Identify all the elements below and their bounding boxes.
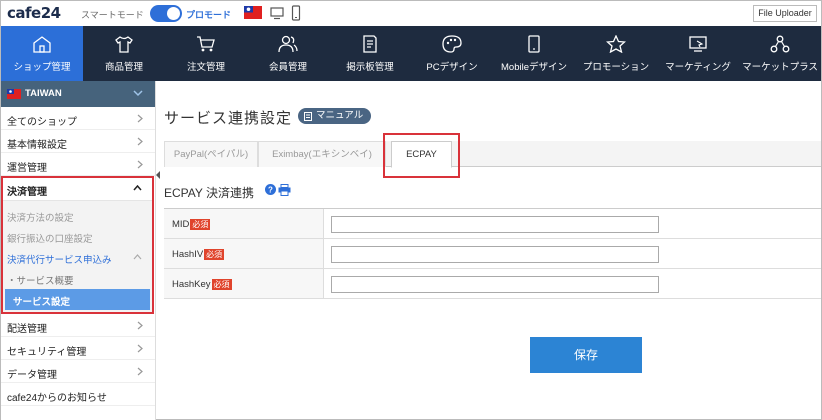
users-icon xyxy=(278,35,298,53)
form-row-hashiv: HashIV 必須 xyxy=(164,239,821,269)
page-title: サービス連携設定 xyxy=(164,110,293,127)
pro-mode-label[interactable]: プロモード xyxy=(186,8,231,21)
nav-promotion[interactable]: プロモーション xyxy=(575,26,657,81)
tab-eximbay[interactable]: Eximbay(エキシンベイ) xyxy=(258,141,386,167)
region-selector[interactable]: TAIWAN xyxy=(1,81,155,107)
chevron-down-icon xyxy=(133,90,143,97)
nav-marketing[interactable]: マーケティング xyxy=(657,26,739,81)
main-nav: ショップ管理 商品管理 注文管理 会員管理 掲示板管理 PCデザイン Mobil… xyxy=(1,26,821,81)
sidebar-item-shipping[interactable]: 配送管理 xyxy=(1,314,155,337)
hashkey-input[interactable] xyxy=(331,276,659,293)
nav-market-plus[interactable]: マーケットプラス xyxy=(739,26,821,81)
sidebar-item-payment-management[interactable]: 決済管理 xyxy=(3,178,152,201)
taiwan-flag-icon[interactable] xyxy=(244,6,262,19)
chevron-right-icon xyxy=(137,114,143,123)
chevron-right-icon xyxy=(137,160,143,169)
sidebar-item-basic-settings[interactable]: 基本情報設定 xyxy=(1,130,155,153)
palette-icon xyxy=(442,35,462,53)
mobile-icon xyxy=(524,35,544,53)
payment-submenu: 決済方法の設定 銀行振込の口座設定 決済代行サービス申込み ・サービス概要 サー… xyxy=(3,201,152,312)
sidebar-item-all-shops[interactable]: 全てのショップ xyxy=(1,107,155,130)
required-badge: 必須 xyxy=(204,249,225,260)
hashiv-input[interactable] xyxy=(331,246,659,263)
sidebar-collapse-handle[interactable] xyxy=(155,169,161,181)
submenu-bank-account-settings[interactable]: 銀行振込の口座設定 xyxy=(3,226,152,247)
submenu-service-overview[interactable]: ・サービス概要 xyxy=(3,268,152,289)
chevron-right-icon xyxy=(137,344,143,353)
mid-input[interactable] xyxy=(331,216,659,233)
nav-mobile-design[interactable]: Mobileデザイン xyxy=(493,26,575,81)
nav-product-management[interactable]: 商品管理 xyxy=(83,26,165,81)
star-icon xyxy=(606,35,626,53)
sidebar-item-data[interactable]: データ管理 xyxy=(1,360,155,383)
nav-order-management[interactable]: 注文管理 xyxy=(165,26,247,81)
form-row-hashkey: HashKey 必須 xyxy=(164,269,821,299)
ecpay-form: MID 必須 HashIV 必須 HashKey 必須 xyxy=(164,208,821,299)
smart-mode-label[interactable]: スマートモード xyxy=(81,8,144,21)
mobile-view-icon[interactable] xyxy=(291,5,301,21)
required-badge: 必須 xyxy=(211,279,232,290)
mode-toggle[interactable] xyxy=(150,5,182,22)
submenu-payment-service-application[interactable]: 決済代行サービス申込み xyxy=(3,247,152,268)
manual-button[interactable]: マニュアル xyxy=(298,108,372,124)
toggle-knob xyxy=(167,7,180,20)
cart-icon xyxy=(196,35,216,53)
top-bar: cafe24 スマートモード プロモード File Uploader xyxy=(1,1,821,26)
nav-pc-design[interactable]: PCデザイン xyxy=(411,26,493,81)
chevron-right-icon xyxy=(137,367,143,376)
chevron-right-icon xyxy=(137,137,143,146)
home-icon xyxy=(32,35,52,53)
nav-shop-management[interactable]: ショップ管理 xyxy=(1,26,83,81)
sidebar-item-operations[interactable]: 運営管理 xyxy=(1,153,155,176)
chevron-right-icon xyxy=(137,321,143,330)
region-name: TAIWAN xyxy=(25,88,62,99)
nav-member-management[interactable]: 会員管理 xyxy=(247,26,329,81)
section-title: ECPAY 決済連携 xyxy=(164,186,255,200)
sidebar: TAIWAN 全てのショップ 基本情報設定 運営管理 決済管理 決済方法の設定 … xyxy=(1,81,156,420)
form-row-mid: MID 必須 xyxy=(164,209,821,239)
file-uploader-button[interactable]: File Uploader xyxy=(753,5,817,22)
document-icon xyxy=(304,112,312,121)
submenu-service-settings[interactable]: サービス設定 xyxy=(5,289,150,310)
marketing-icon xyxy=(688,35,708,53)
tab-paypal[interactable]: PayPal(ペイパル) xyxy=(164,141,258,167)
mid-label: MID 必須 xyxy=(172,219,211,230)
sidebar-item-notices[interactable]: cafe24からのお知らせ xyxy=(1,383,155,406)
help-icon[interactable]: ? xyxy=(265,184,276,195)
svg-text:?: ? xyxy=(268,186,273,195)
service-tabs: PayPal(ペイパル) Eximbay(エキシンベイ) ECPAY xyxy=(164,141,821,168)
taiwan-flag-icon xyxy=(7,89,21,99)
sidebar-item-security[interactable]: セキュリティ管理 xyxy=(1,337,155,360)
submenu-payment-method-settings[interactable]: 決済方法の設定 xyxy=(3,205,152,226)
sidebar-group-payment-highlighted: 決済管理 決済方法の設定 銀行振込の口座設定 決済代行サービス申込み ・サービス… xyxy=(1,176,154,314)
nav-board-management[interactable]: 掲示板管理 xyxy=(329,26,411,81)
ecpay-tab-highlight xyxy=(383,133,460,178)
print-icon[interactable] xyxy=(278,184,291,196)
hashiv-label: HashIV 必須 xyxy=(172,249,225,260)
hashkey-label: HashKey 必須 xyxy=(172,279,232,290)
network-icon xyxy=(770,35,790,53)
pc-view-icon[interactable] xyxy=(270,6,284,20)
board-icon xyxy=(360,35,380,53)
cafe24-logo[interactable]: cafe24 xyxy=(7,4,61,22)
chevron-up-icon xyxy=(133,254,142,260)
save-button[interactable]: 保存 xyxy=(530,337,642,373)
chevron-up-icon xyxy=(133,185,142,191)
required-badge: 必須 xyxy=(190,219,211,230)
shirt-icon xyxy=(114,35,134,53)
